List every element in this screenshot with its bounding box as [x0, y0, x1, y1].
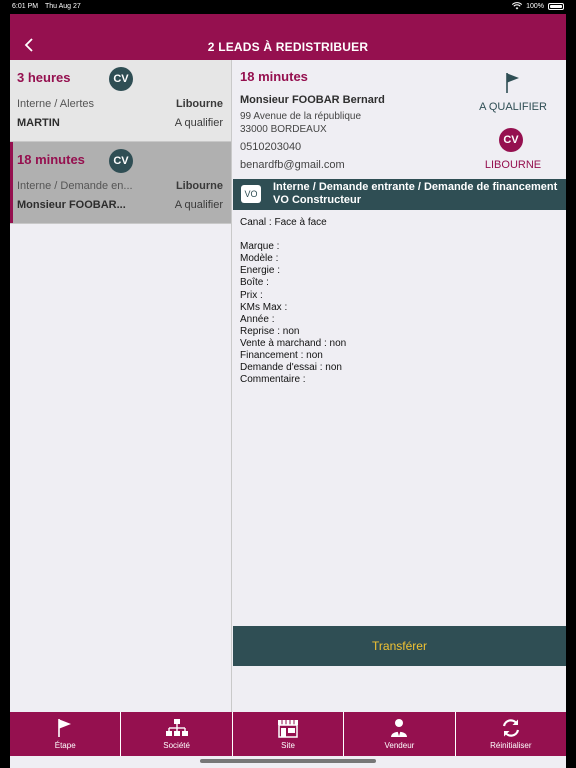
lead-duration: 18 minutes	[17, 152, 85, 167]
agency-label: LIBOURNE	[484, 159, 542, 171]
cv-badge: CV	[109, 149, 133, 173]
status-time: 6:01 PM	[12, 3, 39, 10]
status-label[interactable]: A QUALIFIER	[463, 101, 563, 113]
lead-list-item[interactable]: 3 heures CV Interne / Alertes Libourne M…	[10, 60, 231, 142]
wifi-icon	[512, 2, 523, 10]
phone-number[interactable]: 0510203040	[240, 141, 301, 153]
store-icon	[278, 720, 299, 738]
lead-source: Interne / Alertes	[17, 98, 95, 110]
body-line: Prix :	[240, 289, 263, 301]
tab-reinitialiser[interactable]: Réinitialiser	[456, 712, 566, 756]
cv-badge: CV	[499, 128, 523, 152]
leads-list: 3 heures CV Interne / Alertes Libourne M…	[10, 60, 232, 712]
lead-duration: 3 heures	[17, 70, 71, 85]
app-window: 2 LEADS À REDISTRIBUER 3 heures CV Inter…	[10, 14, 566, 768]
person-icon	[391, 719, 408, 737]
tab-etape[interactable]: Étape	[10, 712, 122, 756]
body-line: Boîte :	[240, 277, 269, 289]
lead-city: Libourne	[175, 98, 223, 110]
page-title: 2 LEADS À REDISTRIBUER	[207, 40, 369, 54]
tab-label: Étape	[54, 741, 76, 750]
body-line: Année :	[240, 313, 275, 325]
body-line: Canal : Face à face	[240, 217, 327, 228]
transfer-button[interactable]: Transférer	[233, 626, 566, 666]
body-line: Marque :	[240, 241, 280, 253]
request-title: Interne / Demande entrante / Demande de …	[273, 181, 558, 206]
lead-list-item-selected[interactable]: 18 minutes CV Interne / Demande en... Li…	[10, 142, 231, 224]
address-line1: 99 Avenue de la république	[240, 111, 362, 122]
refresh-icon	[502, 719, 519, 737]
address-line2: 33000 BORDEAUX	[240, 124, 327, 135]
client-name: Monsieur FOOBAR Bernard	[240, 94, 385, 106]
detail-duration: 18 minutes	[240, 69, 308, 84]
lead-city: Libourne	[175, 180, 223, 192]
lead-detail-panel: 18 minutes Monsieur FOOBAR Bernard 99 Av…	[233, 60, 566, 712]
status-date: Thu Aug 27	[45, 3, 81, 10]
lead-status: A qualifier	[174, 199, 223, 211]
email-address[interactable]: benardfb@gmail.com	[240, 159, 345, 171]
request-bar: VO Interne / Demande entrante / Demande …	[233, 179, 566, 210]
body-line: Energie :	[240, 265, 281, 277]
tab-label: Site	[281, 741, 295, 750]
flag-icon[interactable]	[505, 72, 521, 94]
tab-label: Société	[163, 741, 190, 750]
tab-label: Vendeur	[384, 741, 415, 750]
tab-label: Réinitialiser	[490, 741, 532, 750]
tab-vendeur[interactable]: Vendeur	[344, 712, 456, 756]
cv-badge: CV	[109, 67, 133, 91]
body-line: KMs Max :	[240, 301, 288, 313]
body-line: Financement : non	[240, 350, 323, 362]
lead-status: A qualifier	[174, 117, 223, 129]
battery-percent: 100%	[526, 2, 544, 10]
lead-source: Interne / Demande en...	[17, 180, 133, 192]
status-right: 100%	[512, 2, 564, 10]
nav-header: 2 LEADS À REDISTRIBUER	[10, 14, 566, 60]
flag-icon	[58, 719, 72, 737]
body-line: Commentaire :	[240, 374, 306, 386]
body-line: Reprise : non	[240, 325, 300, 337]
tab-site[interactable]: Site	[233, 712, 345, 756]
battery-icon	[548, 2, 564, 10]
tab-societe[interactable]: Société	[121, 712, 233, 756]
lead-name: MARTIN	[17, 117, 60, 129]
body-line: Vente à marchand : non	[240, 337, 347, 349]
request-tag: VO	[241, 185, 261, 203]
request-body: Canal : Face à face Marque : Modèle : En…	[240, 217, 560, 386]
bottom-tab-bar: Étape Société Site Vendeur Réinitialiser	[10, 712, 566, 756]
org-chart-icon	[165, 719, 188, 736]
body-line	[240, 229, 560, 241]
body-line: Demande d'essai : non	[240, 362, 342, 374]
status-bar: 6:01 PM Thu Aug 27 100%	[0, 0, 576, 14]
lead-name: Monsieur FOOBAR...	[17, 199, 126, 211]
body-line: Modèle :	[240, 253, 279, 265]
home-indicator[interactable]	[200, 759, 376, 763]
